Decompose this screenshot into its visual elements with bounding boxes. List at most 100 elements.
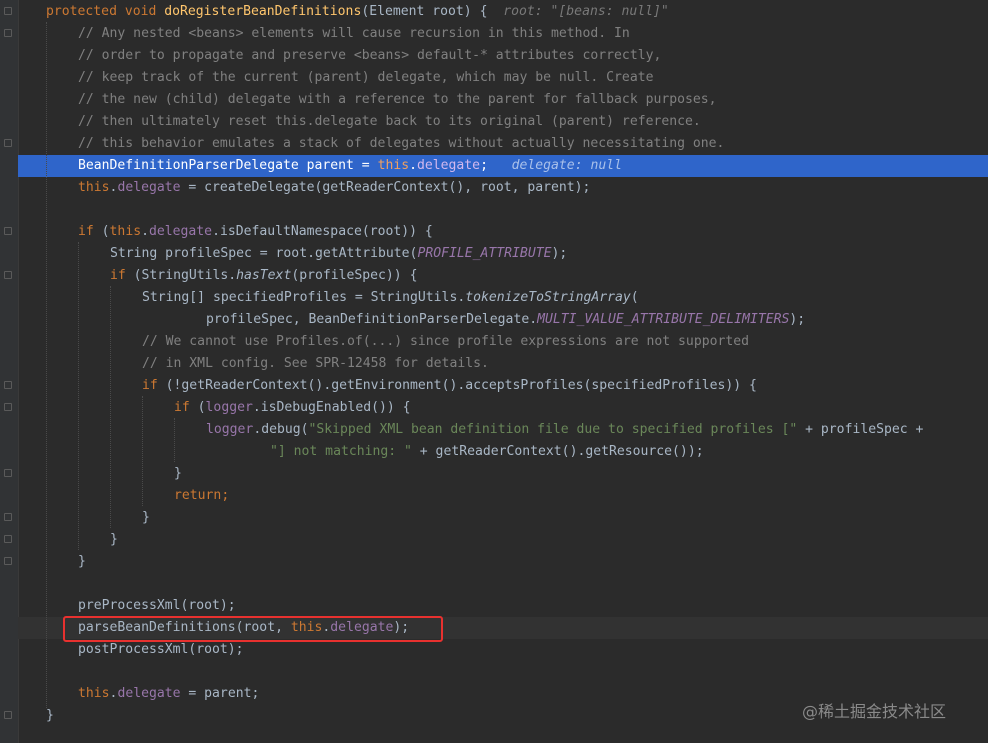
code-token: ( [197, 400, 206, 415]
code-line[interactable]: } [142, 507, 150, 529]
fold-marker[interactable] [4, 7, 12, 15]
fold-marker[interactable] [4, 271, 12, 279]
fold-marker[interactable] [4, 227, 12, 235]
code-line[interactable]: postProcessXml(root); [78, 639, 244, 661]
code-line[interactable]: protected void doRegisterBeanDefinitions… [46, 1, 669, 23]
code-line[interactable]: // order to propagate and preserve <bean… [78, 45, 661, 67]
indent-guide [174, 418, 175, 462]
code-token: = createDelegate(getReaderContext(), roo… [180, 180, 591, 195]
fold-marker[interactable] [4, 711, 12, 719]
fold-marker[interactable] [4, 403, 12, 411]
code-token: . [141, 224, 149, 239]
code-token: root: "[beans: null]" [503, 4, 669, 19]
code-line[interactable]: // the new (child) delegate with a refer… [78, 89, 717, 111]
code-line[interactable]: if (!getReaderContext().getEnvironment()… [142, 375, 757, 397]
code-token: = parent; [180, 686, 260, 701]
code-token: // the new (child) delegate with a refer… [78, 92, 717, 107]
code-token: if [78, 224, 102, 239]
code-token: // keep track of the current (parent) de… [78, 70, 654, 85]
code-token: // then ultimately reset this.delegate b… [78, 114, 701, 129]
code-token: } [110, 532, 118, 547]
code-token: . [409, 158, 417, 173]
code-line[interactable]: if (this.delegate.isDefaultNamespace(roo… [78, 221, 433, 243]
code-token: delegate [417, 158, 481, 173]
watermark: @稀土掘金技术社区 [802, 702, 947, 721]
fold-marker[interactable] [4, 381, 12, 389]
code-line[interactable]: // We cannot use Profiles.of(...) since … [142, 331, 749, 353]
code-token: if [174, 400, 198, 415]
code-line[interactable]: } [78, 551, 86, 573]
code-token: "Skipped XML bean definition file due to… [308, 422, 798, 437]
code-token: ; [480, 158, 512, 173]
code-editor[interactable]: protected void doRegisterBeanDefinitions… [0, 0, 988, 743]
code-line[interactable]: } [174, 463, 182, 485]
code-line[interactable]: profileSpec, BeanDefinitionParserDelegat… [206, 309, 805, 331]
code-token: this [109, 224, 142, 239]
code-token: (StringUtils. [133, 268, 237, 283]
code-token: "] not matching: " [270, 444, 412, 459]
code-token: } [142, 510, 150, 525]
code-line[interactable]: // this behavior emulates a stack of del… [78, 133, 724, 155]
code-token: .isDebugEnabled()) { [252, 400, 411, 415]
code-token: } [78, 554, 86, 569]
code-line[interactable]: return; [174, 485, 229, 507]
indent-guide [78, 242, 79, 550]
code-line[interactable]: "] not matching: " + getReaderContext().… [270, 441, 704, 463]
code-token: hasText [236, 268, 292, 283]
annotation-highlight-box [63, 616, 443, 642]
code-token: if [142, 378, 166, 393]
fold-marker[interactable] [4, 557, 12, 565]
code-token: ); [789, 312, 806, 327]
code-token: .isDefaultNamespace(root)) { [212, 224, 433, 239]
code-line[interactable]: this.delegate = createDelegate(getReader… [78, 177, 590, 199]
code-token: BeanDefinitionParserDelegate parent = [78, 158, 378, 173]
code-token: .debug( [253, 422, 309, 437]
fold-marker[interactable] [4, 513, 12, 521]
code-line[interactable]: this.delegate = parent; [78, 683, 259, 705]
fold-marker[interactable] [4, 139, 12, 147]
code-line[interactable]: preProcessXml(root); [78, 595, 236, 617]
code-line[interactable]: // then ultimately reset this.delegate b… [78, 111, 701, 133]
indent-guide [46, 22, 47, 708]
code-token: delegate: null [511, 158, 622, 173]
code-token: protected void [46, 4, 165, 19]
editor-gutter [0, 0, 19, 743]
fold-marker[interactable] [4, 29, 12, 37]
code-token: String profileSpec = root.getAttribute( [110, 246, 418, 261]
code-line[interactable]: if (logger.isDebugEnabled()) { [174, 397, 411, 419]
code-token: ); [551, 246, 568, 261]
code-token: if [110, 268, 134, 283]
code-token: // Any nested <beans> elements will caus… [78, 26, 630, 41]
code-line[interactable]: String profileSpec = root.getAttribute(P… [110, 243, 567, 265]
code-token: ; [221, 488, 230, 503]
code-token: } [174, 466, 182, 481]
code-token: this [78, 180, 110, 195]
code-token: doRegisterBeanDefinitions [164, 4, 362, 19]
code-line[interactable]: BeanDefinitionParserDelegate parent = th… [78, 155, 622, 177]
fold-marker[interactable] [4, 535, 12, 543]
code-token: // this behavior emulates a stack of del… [78, 136, 725, 151]
code-token: (!getReaderContext().getEnvironment().ac… [165, 378, 757, 393]
code-line[interactable]: if (StringUtils.hasText(profileSpec)) { [110, 265, 417, 287]
code-line[interactable]: } [110, 529, 118, 551]
code-token: (Element root) { [361, 4, 504, 19]
code-line[interactable]: // Any nested <beans> elements will caus… [78, 23, 630, 45]
code-token: delegate [148, 224, 213, 239]
code-line[interactable]: // keep track of the current (parent) de… [78, 67, 653, 89]
code-token: profileSpec, BeanDefinitionParserDelegat… [206, 312, 538, 327]
code-token: postProcessXml(root); [78, 642, 244, 657]
code-token: this [377, 158, 410, 173]
code-line[interactable]: String[] specifiedProfiles = StringUtils… [142, 287, 639, 309]
code-line[interactable]: logger.debug("Skipped XML bean definitio… [206, 419, 923, 441]
code-token: ( [630, 290, 639, 305]
code-line[interactable]: } [46, 705, 54, 727]
code-token: MULTI_VALUE_ATTRIBUTE_DELIMITERS [537, 312, 790, 327]
code-token: (profileSpec)) { [291, 268, 418, 283]
indent-guide [110, 286, 111, 528]
fold-marker[interactable] [4, 469, 12, 477]
code-token: logger [206, 422, 254, 437]
code-token: preProcessXml(root); [78, 598, 236, 613]
code-line[interactable]: // in XML config. See SPR-12458 for deta… [142, 353, 489, 375]
code-token: // We cannot use Profiles.of(...) since … [142, 334, 749, 349]
code-token: + profileSpec + [797, 422, 924, 437]
